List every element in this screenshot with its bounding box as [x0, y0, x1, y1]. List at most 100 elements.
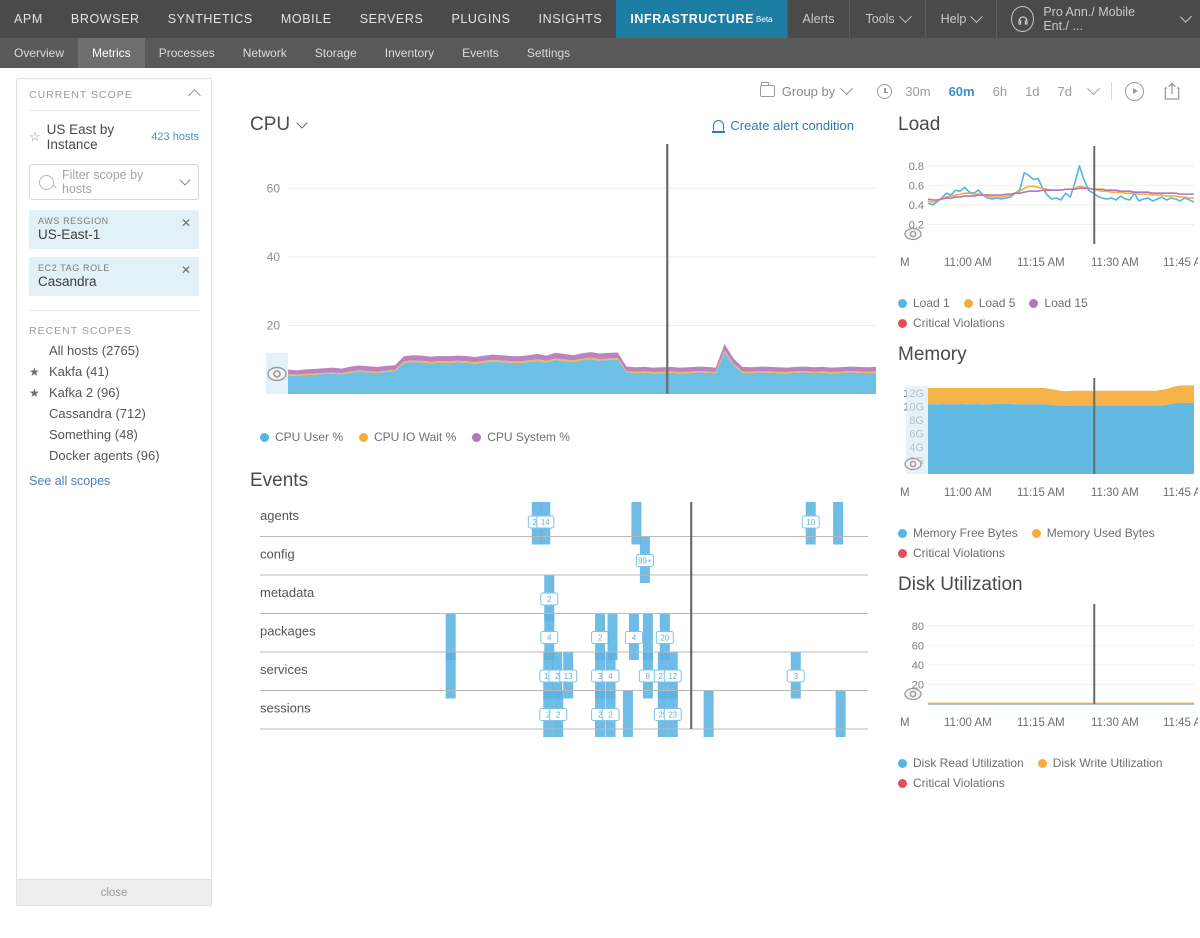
- close-button[interactable]: close: [17, 879, 211, 905]
- subnav-item-network[interactable]: Network: [229, 38, 301, 68]
- subnav-item-overview[interactable]: Overview: [0, 38, 78, 68]
- legend-color-dot: [964, 299, 973, 308]
- legend-label: Load 1: [913, 296, 950, 310]
- subnav-item-storage[interactable]: Storage: [301, 38, 371, 68]
- load-chart-svg: 0.20.40.60.8M11:00 AM11:15 AM11:30 AM11:…: [898, 144, 1198, 289]
- legend-color-dot: [472, 433, 481, 442]
- scope-filter-input[interactable]: Filter scope by hosts: [29, 164, 199, 200]
- legend-label: Critical Violations: [913, 316, 1005, 330]
- help-menu[interactable]: Help: [925, 0, 997, 38]
- disk-legend-entry[interactable]: Disk Read Utilization: [898, 756, 1024, 770]
- group-by-button[interactable]: Group by: [760, 84, 851, 99]
- scope-tag-list: AWS RESGIONUS-East-1✕EC2 TAG ROLECasandr…: [17, 210, 211, 304]
- legend-label: Disk Write Utilization: [1053, 756, 1163, 770]
- subnav-item-processes[interactable]: Processes: [145, 38, 229, 68]
- star-outline-icon[interactable]: ☆: [29, 129, 41, 145]
- events-chart[interactable]: 29141099+242420112133482712322222923agen…: [250, 502, 876, 767]
- disk-chart-svg: 20406080M11:00 AM11:15 AM11:30 AM11:45 A: [898, 604, 1198, 749]
- event-row-label: metadata: [260, 585, 315, 600]
- tools-label: Tools: [865, 12, 894, 26]
- folder-icon: [760, 85, 775, 97]
- svg-text:11:30 AM: 11:30 AM: [1091, 487, 1139, 499]
- scope-header[interactable]: CURRENT SCOPE: [17, 79, 211, 110]
- load-legend-entry[interactable]: Load 15: [1029, 296, 1087, 310]
- svg-text:11:00 AM: 11:00 AM: [944, 257, 992, 269]
- cpu-legend-entry[interactable]: CPU IO Wait %: [359, 430, 456, 444]
- disk-legend-entry[interactable]: Disk Write Utilization: [1038, 756, 1163, 770]
- create-alert-condition-link[interactable]: Create alert condition: [713, 118, 854, 133]
- share-button[interactable]: [1164, 82, 1180, 100]
- load-legend-entry[interactable]: Load 1: [898, 296, 950, 310]
- cpu-chart[interactable]: 204060: [250, 144, 876, 424]
- disk-legend-entry[interactable]: Critical Violations: [898, 776, 1005, 790]
- cpu-legend-entry[interactable]: CPU User %: [260, 430, 343, 444]
- topnav-item-label: SERVERS: [360, 12, 424, 26]
- load-legend-entry[interactable]: Critical Violations: [898, 316, 1005, 330]
- scope-tag-key: EC2 TAG ROLE: [38, 263, 190, 273]
- time-range-30m[interactable]: 30m: [896, 84, 939, 99]
- current-scope-host-count[interactable]: 423 hosts: [151, 131, 199, 143]
- event-row-label: agents: [260, 508, 300, 523]
- topnav-item-browser[interactable]: BROWSER: [57, 0, 154, 38]
- memory-legend-entry[interactable]: Memory Used Bytes: [1032, 526, 1155, 540]
- disk-chart[interactable]: 20406080M11:00 AM11:15 AM11:30 AM11:45 A: [898, 604, 1200, 749]
- recent-scope-item[interactable]: All hosts (2765): [29, 340, 199, 361]
- time-range-1d[interactable]: 1d: [1016, 84, 1048, 99]
- legend-color-dot: [1029, 299, 1038, 308]
- cpu-chart-legend: CPU User % CPU IO Wait % CPU System %: [260, 430, 876, 444]
- topnav-item-label: PLUGINS: [451, 12, 510, 26]
- svg-text:11:00 AM: 11:00 AM: [944, 717, 992, 729]
- chevron-down-icon[interactable]: [179, 174, 190, 185]
- topnav-item-plugins[interactable]: PLUGINS: [437, 0, 524, 38]
- top-navigation-bar: APM BROWSER SYNTHETICSMOBILE SERVERS PLUGINS…: [0, 0, 1200, 38]
- recent-scope-item[interactable]: Docker agents (96): [29, 445, 199, 466]
- recent-scope-item[interactable]: ★Kakfa (41): [29, 361, 199, 382]
- svg-text:11:30 AM: 11:30 AM: [1091, 717, 1139, 729]
- tools-menu[interactable]: Tools: [849, 0, 924, 38]
- remove-tag-icon[interactable]: ✕: [181, 264, 191, 276]
- subnav-item-settings[interactable]: Settings: [513, 38, 584, 68]
- chevron-down-icon[interactable]: [1087, 82, 1100, 95]
- subnav-item-events[interactable]: Events: [448, 38, 513, 68]
- topnav-item-label: BROWSER: [71, 12, 140, 26]
- alerts-link[interactable]: Alerts: [787, 0, 850, 38]
- recent-scope-item[interactable]: ★Kafka 2 (96): [29, 382, 199, 403]
- primary-nav: APM BROWSER SYNTHETICSMOBILE SERVERS PLUGINS…: [0, 0, 787, 38]
- time-range-7d[interactable]: 7d: [1049, 84, 1081, 99]
- see-all-scopes-link[interactable]: See all scopes: [17, 466, 211, 488]
- topnav-item-insights[interactable]: INSIGHTS: [525, 0, 617, 38]
- recent-scope-item[interactable]: Something (48): [29, 424, 199, 445]
- recent-scope-item[interactable]: Cassandra (712): [29, 403, 199, 424]
- time-range-60m[interactable]: 60m: [940, 84, 984, 99]
- time-range-6h[interactable]: 6h: [984, 84, 1016, 99]
- event-row-label: packages: [260, 624, 316, 639]
- topnav-item-mobile[interactable]: MOBILE: [267, 0, 346, 38]
- legend-color-dot: [898, 759, 907, 768]
- event-row-label: config: [260, 547, 295, 562]
- beta-badge: Beta: [756, 15, 772, 24]
- memory-legend-entry[interactable]: Critical Violations: [898, 546, 1005, 560]
- recent-scopes-title: RECENT SCOPES: [29, 325, 199, 337]
- load-legend-entry[interactable]: Load 5: [964, 296, 1016, 310]
- remove-tag-icon[interactable]: ✕: [181, 217, 191, 229]
- subnav-item-metrics[interactable]: Metrics: [78, 38, 145, 68]
- cpu-legend-entry[interactable]: CPU System %: [472, 430, 570, 444]
- play-button[interactable]: [1125, 82, 1144, 101]
- chevron-up-icon[interactable]: [188, 89, 201, 102]
- recent-scope-label: Cassandra (712): [49, 406, 146, 421]
- svg-text:11:30 AM: 11:30 AM: [1091, 257, 1139, 269]
- load-chart[interactable]: 0.20.40.60.8M11:00 AM11:15 AM11:30 AM11:…: [898, 144, 1200, 289]
- memory-legend-entry[interactable]: Memory Free Bytes: [898, 526, 1018, 540]
- memory-chart[interactable]: 2G4G6G8G10G12GM11:00 AM11:15 AM11:30 AM1…: [898, 374, 1200, 519]
- chevron-down-icon[interactable]: [296, 117, 307, 128]
- account-menu[interactable]: Pro Ann./ Mobile Ent./ ...: [996, 0, 1200, 38]
- topnav-item-synthetics[interactable]: SYNTHETICS: [154, 0, 267, 38]
- event-bar: [833, 502, 843, 545]
- topnav-item-apm[interactable]: APM: [0, 0, 57, 38]
- subnav-item-inventory[interactable]: Inventory: [371, 38, 448, 68]
- recent-scope-label: All hosts (2765): [49, 343, 139, 358]
- cpu-chart-title-group[interactable]: CPU: [250, 114, 306, 136]
- topnav-item-servers[interactable]: SERVERS: [346, 0, 438, 38]
- current-scope-row[interactable]: ☆ US East by Instance 423 hosts: [17, 111, 211, 162]
- topnav-item-infrastructure[interactable]: INFRASTRUCTUREBeta: [616, 0, 786, 38]
